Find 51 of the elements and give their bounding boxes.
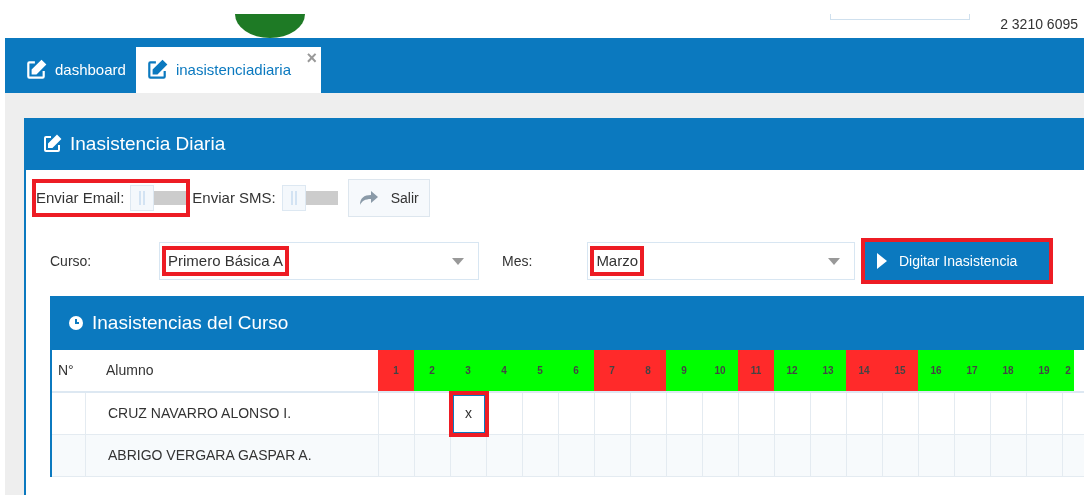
- table-panel-title: Inasistencias del Curso: [92, 310, 289, 335]
- toggle-label: Enviar Email:: [36, 187, 125, 208]
- share-arrow-icon: [358, 190, 379, 206]
- day-header: 2: [414, 350, 450, 391]
- day-header: 12: [774, 350, 810, 391]
- tab[interactable]: inasistenciadiaria ×: [135, 47, 321, 93]
- day-header: 4: [486, 350, 522, 391]
- day-header: 10: [702, 350, 738, 391]
- day-header: 13: [810, 350, 846, 391]
- tab[interactable]: dashboard: [15, 47, 136, 93]
- exit-button[interactable]: Salir: [347, 179, 430, 217]
- day-header: 14: [846, 350, 882, 391]
- student-name: ABRIGO VERGARA GASPAR A.: [107, 446, 313, 465]
- column-header: N°: [57, 361, 75, 380]
- column-header: Alumno: [105, 361, 155, 380]
- day-header: 9: [666, 350, 702, 391]
- day-header: 15: [882, 350, 918, 391]
- caret-icon: [452, 257, 464, 265]
- toggle-switch[interactable]: [281, 185, 338, 211]
- edit-icon: [42, 134, 62, 154]
- day-header: 5: [522, 350, 558, 391]
- select-field[interactable]: Marzo: [587, 242, 855, 280]
- panel-title: Inasistencia Diaria: [70, 131, 226, 156]
- day-header: 19: [1026, 350, 1062, 391]
- day-header: 8: [630, 350, 666, 391]
- filter-label: Curso:: [50, 251, 93, 271]
- toggle-label: Enviar SMS:: [192, 187, 276, 208]
- student-name: CRUZ NAVARRO ALONSO I.: [107, 404, 293, 423]
- edit-icon: [25, 59, 47, 81]
- day-header: 1: [378, 350, 414, 391]
- day-header: 6: [558, 350, 594, 391]
- day-header: 11: [738, 350, 774, 391]
- toggle-switch[interactable]: [130, 185, 187, 211]
- day-header: 16: [918, 350, 954, 391]
- grip-icon: [139, 191, 146, 205]
- logo-icon: [235, 14, 305, 38]
- edit-icon: [145, 59, 168, 81]
- day-header: 18: [990, 350, 1026, 391]
- digitar-button[interactable]: Digitar Inasistencia: [865, 242, 1049, 280]
- caret-icon: [828, 257, 840, 265]
- day-header: 2: [1062, 350, 1074, 391]
- day-header: 17: [954, 350, 990, 391]
- day-header: 3: [450, 350, 486, 391]
- search-field[interactable]: [830, 14, 970, 20]
- play-icon: [877, 253, 887, 269]
- day-header: 7: [594, 350, 630, 391]
- grip-icon: [290, 191, 297, 205]
- select-field[interactable]: Primero Básica A: [159, 242, 479, 280]
- clock-icon: [68, 315, 84, 331]
- filter-label: Mes:: [502, 251, 534, 271]
- phone-number: 2 3210 6095: [1000, 15, 1078, 34]
